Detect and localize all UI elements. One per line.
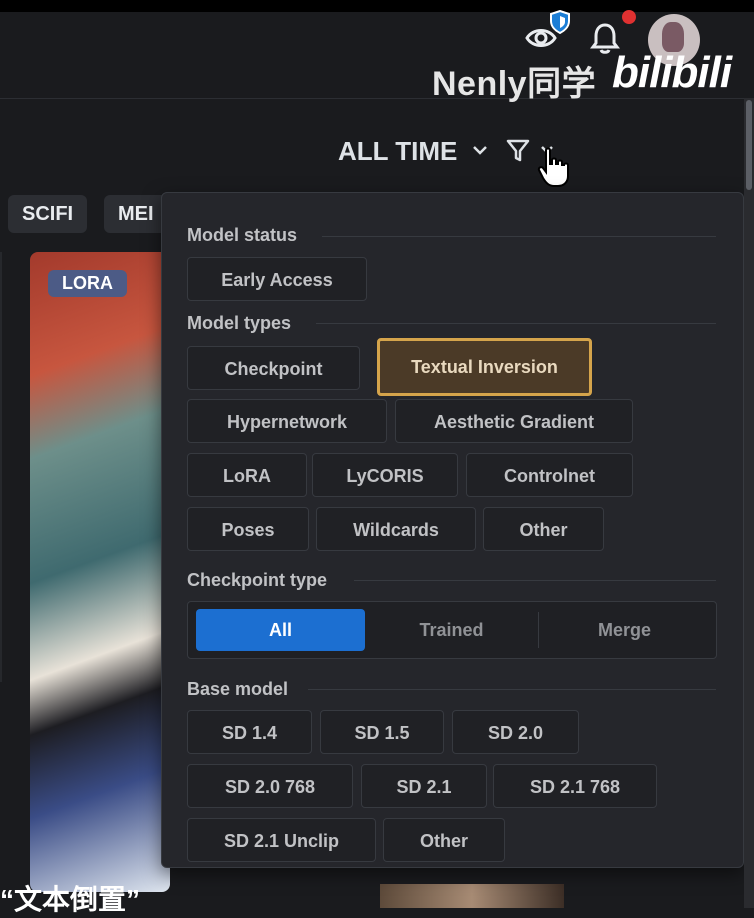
section-model-status: Model status bbox=[187, 225, 298, 245]
watermark-logo: bilibili bbox=[612, 48, 732, 97]
chip-other-type[interactable]: Other bbox=[483, 507, 604, 551]
chip-poses[interactable]: Poses bbox=[187, 507, 309, 551]
chip-sd-1-5[interactable]: SD 1.5 bbox=[320, 710, 444, 754]
chip-sd-2-1-unclip[interactable]: SD 2.1 Unclip bbox=[187, 818, 376, 862]
chip-hypernetwork[interactable]: Hypernetwork bbox=[187, 399, 387, 443]
watermark-name: Nenly同学 bbox=[432, 65, 597, 103]
tag-scifi[interactable]: SCIFI bbox=[8, 195, 88, 233]
segment-merge[interactable]: Merge bbox=[540, 609, 709, 651]
video-caption: “文本倒置” bbox=[0, 884, 141, 915]
segment-divider bbox=[538, 612, 539, 648]
lora-badge: LORA bbox=[48, 270, 127, 297]
section-divider bbox=[308, 689, 716, 690]
notification-dot bbox=[622, 10, 636, 24]
chip-checkpoint[interactable]: Checkpoint bbox=[187, 346, 360, 390]
chip-lycoris[interactable]: LyCORIS bbox=[312, 453, 458, 497]
card-edge-left bbox=[0, 252, 2, 682]
section-divider bbox=[354, 580, 716, 581]
segment-trained[interactable]: Trained bbox=[367, 609, 536, 651]
hand-cursor-icon bbox=[537, 147, 569, 187]
scrollbar-thumb[interactable] bbox=[746, 100, 752, 190]
chip-wildcards[interactable]: Wildcards bbox=[316, 507, 476, 551]
model-card-image[interactable] bbox=[30, 252, 170, 892]
shield-icon bbox=[550, 10, 570, 34]
chip-textual-inversion[interactable]: Textual Inversion bbox=[377, 338, 592, 396]
chip-sd-2-1[interactable]: SD 2.1 bbox=[361, 764, 487, 808]
chip-aesthetic-gradient[interactable]: Aesthetic Gradient bbox=[395, 399, 633, 443]
chip-early-access[interactable]: Early Access bbox=[187, 257, 367, 301]
chip-lora[interactable]: LoRA bbox=[187, 453, 307, 497]
section-base-model: Base model bbox=[187, 679, 289, 699]
chip-sd-2-0[interactable]: SD 2.0 bbox=[452, 710, 579, 754]
section-divider bbox=[322, 236, 716, 237]
video-top-bar bbox=[0, 0, 754, 12]
chip-other-base[interactable]: Other bbox=[383, 818, 505, 862]
chip-sd-2-0-768[interactable]: SD 2.0 768 bbox=[187, 764, 353, 808]
chip-controlnet[interactable]: Controlnet bbox=[466, 453, 633, 497]
chip-sd-1-4[interactable]: SD 1.4 bbox=[187, 710, 312, 754]
segment-all[interactable]: All bbox=[196, 609, 365, 651]
section-divider bbox=[316, 323, 716, 324]
page-scrollbar[interactable] bbox=[744, 98, 754, 908]
section-model-types: Model types bbox=[187, 313, 292, 333]
chip-sd-2-1-768[interactable]: SD 2.1 768 bbox=[493, 764, 657, 808]
filter-icon[interactable] bbox=[506, 138, 530, 164]
card-thumbnail-bottom[interactable] bbox=[380, 884, 564, 908]
period-dropdown[interactable]: ALL TIME bbox=[338, 136, 457, 167]
section-checkpoint-type: Checkpoint type bbox=[187, 570, 328, 590]
chevron-down-icon[interactable] bbox=[472, 144, 488, 156]
